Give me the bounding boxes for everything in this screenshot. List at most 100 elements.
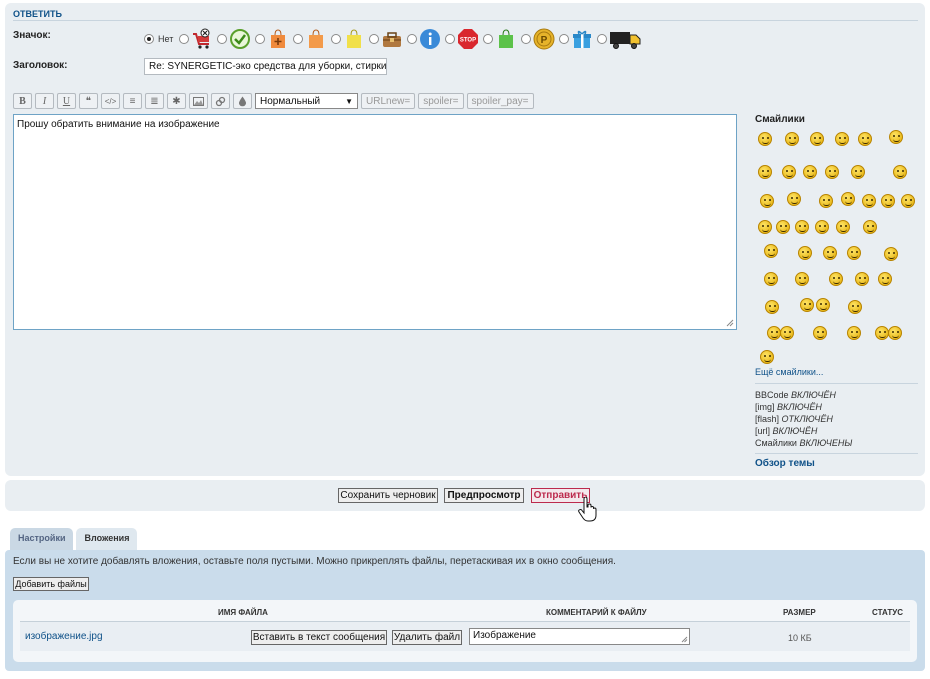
smiley-icon[interactable] — [764, 244, 778, 258]
list-numbered-button[interactable]: ≣ — [145, 93, 164, 109]
spoiler-pay-button[interactable]: spoiler_pay= — [466, 93, 534, 109]
icon-radio-6[interactable] — [369, 34, 380, 44]
smiley-icon[interactable] — [758, 132, 772, 146]
smiley-icon[interactable] — [855, 272, 869, 286]
smiley-icon[interactable] — [829, 272, 843, 286]
icon-radio-5[interactable] — [331, 34, 342, 44]
more-smilies-link[interactable]: Ещё смайлики... — [755, 367, 823, 377]
spoiler-button[interactable]: spoiler= — [418, 93, 464, 109]
attachment-comment-text: Изображение — [473, 630, 536, 641]
column-header-filename: Имя файла — [218, 608, 268, 617]
smiley-icon[interactable] — [782, 165, 796, 179]
smiley-icon[interactable] — [780, 326, 794, 340]
image-button[interactable] — [189, 93, 208, 109]
smiley-icon[interactable] — [767, 326, 781, 340]
sidebar-divider — [755, 453, 918, 454]
smiley-icon[interactable] — [800, 298, 814, 312]
icon-radio-4[interactable] — [293, 34, 304, 44]
section-title: Ответить — [13, 9, 918, 21]
message-textarea[interactable]: Прошу обратить внимание на изображение — [13, 114, 737, 330]
smiley-icon[interactable] — [823, 246, 837, 260]
smiley-icon[interactable] — [884, 247, 898, 261]
attachments-note: Если вы не хотите добавлять вложения, ос… — [13, 556, 616, 567]
smiley-icon[interactable] — [810, 132, 824, 146]
smiley-icon[interactable] — [847, 246, 861, 260]
attachment-filename-link[interactable]: изображение.jpg — [25, 631, 103, 642]
smiley-icon[interactable] — [819, 194, 833, 208]
icon-radio-8[interactable] — [445, 34, 456, 44]
smiley-icon[interactable] — [813, 326, 827, 340]
smiley-icon[interactable] — [760, 194, 774, 208]
icon-radio-9[interactable] — [483, 34, 494, 44]
smiley-icon[interactable] — [881, 194, 895, 208]
resize-handle-icon[interactable] — [681, 636, 688, 643]
font-size-select[interactable]: Нормальный ▼ — [255, 93, 358, 109]
smiley-icon[interactable] — [765, 300, 779, 314]
smiley-icon[interactable] — [816, 298, 830, 312]
color-button[interactable] — [233, 93, 252, 109]
smiley-icon[interactable] — [862, 194, 876, 208]
quote-button[interactable]: ❝ — [79, 93, 98, 109]
code-button[interactable]: </> — [101, 93, 120, 109]
tab-settings[interactable]: Настройки — [10, 528, 74, 550]
icon-radio-3[interactable] — [255, 34, 266, 44]
smiley-icon[interactable] — [764, 272, 778, 286]
icon-radio-none[interactable] — [144, 34, 154, 44]
topic-review-link[interactable]: Обзор темы — [755, 458, 815, 469]
icon-radio-7[interactable] — [407, 34, 418, 44]
smiley-icon[interactable] — [787, 192, 801, 206]
smiley-icon[interactable] — [758, 220, 772, 234]
smiley-icon[interactable] — [815, 220, 829, 234]
smiley-icon[interactable] — [760, 350, 774, 364]
post-icon-selector: Нет STOP P — [144, 27, 643, 51]
list-numbered-icon: ≣ — [150, 95, 159, 107]
list-item-button[interactable]: ✱ — [167, 93, 186, 109]
smiley-icon[interactable] — [795, 272, 809, 286]
smiley-icon[interactable] — [803, 165, 817, 179]
column-header-comment: Комментарий к файлу — [546, 608, 647, 617]
smiley-icon[interactable] — [776, 220, 790, 234]
smiley-icon[interactable] — [878, 272, 892, 286]
smiley-icon[interactable] — [851, 165, 865, 179]
smiley-icon[interactable] — [835, 132, 849, 146]
smiley-icon[interactable] — [798, 246, 812, 260]
smiley-icon[interactable] — [875, 326, 889, 340]
attachment-comment-input[interactable]: Изображение — [469, 628, 690, 645]
underline-button[interactable]: U — [57, 93, 76, 109]
icon-radio-1[interactable] — [179, 34, 190, 44]
smiley-icon[interactable] — [888, 326, 902, 340]
shopping-bag-green-icon — [495, 28, 517, 50]
smiley-icon[interactable] — [858, 132, 872, 146]
smiley-icon[interactable] — [863, 220, 877, 234]
icon-radio-2[interactable] — [217, 34, 228, 44]
save-draft-button[interactable]: Сохранить черновик — [338, 488, 438, 503]
smiley-icon[interactable] — [785, 132, 799, 146]
icon-radio-11[interactable] — [559, 34, 570, 44]
tab-attachments[interactable]: Вложения — [76, 528, 138, 550]
icon-radio-10[interactable] — [521, 34, 532, 44]
link-button[interactable] — [211, 93, 230, 109]
bold-button[interactable]: B — [13, 93, 32, 109]
column-header-status: Статус — [872, 608, 903, 617]
smiley-icon[interactable] — [847, 326, 861, 340]
preview-button[interactable]: Предпросмотр — [444, 488, 524, 503]
insert-inline-button[interactable]: Вставить в текст сообщения — [251, 630, 387, 645]
smiley-icon[interactable] — [795, 220, 809, 234]
add-files-button[interactable]: Добавить файлы — [13, 577, 89, 591]
icon-radio-12[interactable] — [597, 34, 608, 44]
resize-handle-icon[interactable] — [726, 319, 734, 327]
smiley-icon[interactable] — [758, 165, 772, 179]
smiley-icon[interactable] — [893, 165, 907, 179]
delete-file-button[interactable]: Удалить файл — [392, 630, 462, 645]
italic-button[interactable]: I — [35, 93, 54, 109]
smiley-icon[interactable] — [848, 300, 862, 314]
list-button[interactable]: ≡ — [123, 93, 142, 109]
subject-input[interactable]: Re: SYNERGETIC-эко средства для уборки, … — [144, 58, 387, 75]
url-status-line: [url] ВКЛЮЧЁН — [755, 426, 818, 436]
smiley-icon[interactable] — [889, 130, 903, 144]
smiley-icon[interactable] — [825, 165, 839, 179]
urlnew-button[interactable]: URLnew= — [361, 93, 416, 109]
smiley-icon[interactable] — [841, 192, 855, 206]
smiley-icon[interactable] — [836, 220, 850, 234]
smiley-icon[interactable] — [901, 194, 915, 208]
